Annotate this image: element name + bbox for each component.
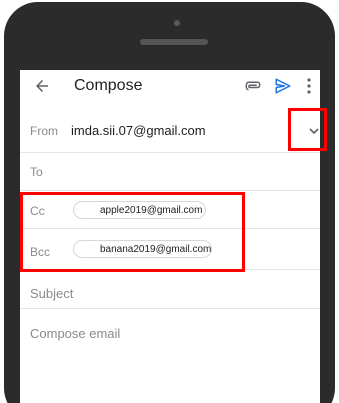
from-label: From	[30, 124, 58, 138]
speaker-grille	[140, 39, 208, 45]
compose-screen: Compose From imda.sii.07@gmail.com To Cc…	[20, 70, 320, 403]
cc-field[interactable]: Cc apple2019@gmail.com	[20, 191, 320, 229]
bcc-field[interactable]: Bcc banana2019@gmail.com	[20, 229, 320, 270]
send-icon[interactable]	[274, 77, 292, 95]
subject-placeholder: Subject	[30, 286, 74, 301]
camera-dot	[174, 20, 180, 26]
from-account[interactable]: imda.sii.07@gmail.com	[71, 123, 206, 138]
cc-recipient-chip[interactable]: apple2019@gmail.com	[73, 201, 206, 219]
app-bar: Compose	[20, 70, 320, 104]
attach-icon[interactable]	[244, 79, 262, 93]
cc-label: Cc	[30, 204, 45, 218]
phone-frame: Compose From imda.sii.07@gmail.com To Cc…	[0, 0, 339, 403]
back-arrow-icon[interactable]	[33, 77, 51, 95]
bcc-label: Bcc	[30, 245, 51, 259]
bcc-recipient-chip[interactable]: banana2019@gmail.com	[73, 240, 212, 258]
compose-body-field[interactable]: Compose email	[30, 326, 120, 341]
to-field[interactable]: To	[20, 153, 320, 191]
chevron-down-icon[interactable]	[309, 127, 319, 135]
from-row[interactable]: From imda.sii.07@gmail.com	[20, 114, 320, 153]
subject-field[interactable]: Subject	[20, 270, 320, 309]
to-label: To	[30, 165, 43, 179]
more-vert-icon[interactable]	[306, 77, 312, 95]
page-title: Compose	[74, 77, 143, 94]
